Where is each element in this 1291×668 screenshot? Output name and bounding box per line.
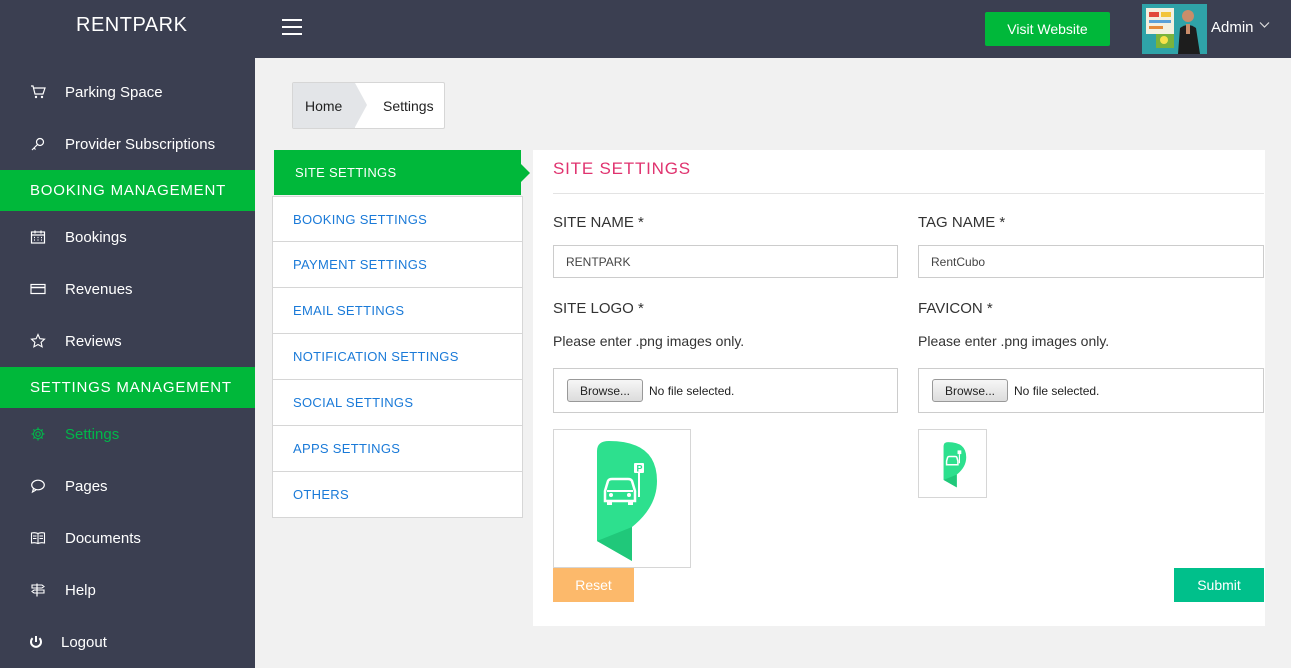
site-logo-file-status: No file selected. — [649, 383, 735, 398]
favicon-label: FAVICON * — [918, 300, 993, 317]
tab-apps-settings[interactable]: APPS SETTINGS — [272, 426, 523, 472]
sidebar-item-label: Reviews — [65, 332, 122, 350]
cart-icon — [30, 84, 46, 100]
chevron-down-icon[interactable] — [1259, 19, 1270, 33]
sidebar-item-provider-subscriptions[interactable]: Provider Subscriptions — [0, 118, 255, 170]
sidebar-item-label: Documents — [65, 529, 141, 547]
panel-title: SITE SETTINGS — [553, 159, 691, 178]
site-logo-browse-button[interactable]: Browse... — [567, 379, 644, 402]
favicon-preview — [918, 429, 987, 498]
user-name[interactable]: Admin — [1211, 19, 1254, 36]
hamburger-menu-icon[interactable] — [282, 19, 302, 37]
tab-payment-settings[interactable]: PAYMENT SETTINGS — [272, 242, 523, 288]
sidebar-item-bookings[interactable]: Bookings — [0, 211, 255, 263]
parking-logo-image: P — [597, 440, 657, 561]
favicon-file-status: No file selected. — [1014, 383, 1100, 398]
site-logo-file-input[interactable]: Browse... No file selected. — [553, 368, 898, 413]
key-icon — [30, 136, 46, 152]
sidebar-item-label: Provider Subscriptions — [65, 135, 216, 153]
sidebar-item-label: Parking Space — [65, 83, 163, 101]
sidebar-item-label: Pages — [65, 477, 108, 495]
site-name-label: SITE NAME * — [553, 214, 644, 231]
site-logo-label: SITE LOGO * — [553, 300, 644, 317]
favicon-file-input[interactable]: Browse... No file selected. — [918, 368, 1264, 413]
tag-name-label: TAG NAME * — [918, 214, 1006, 231]
site-name-input[interactable] — [553, 245, 898, 278]
breadcrumb-home[interactable]: Home — [293, 83, 367, 128]
sidebar-item-reviews[interactable]: Reviews — [0, 315, 255, 367]
parking-favicon-image — [943, 441, 966, 487]
sidebar-item-parking-space[interactable]: Parking Space — [0, 66, 255, 118]
tab-others[interactable]: OTHERS — [272, 472, 523, 518]
reset-button[interactable]: Reset — [553, 568, 634, 602]
svg-text:P: P — [637, 463, 643, 473]
sidebar-item-label: Bookings — [65, 228, 127, 246]
tab-notification-settings[interactable]: NOTIFICATION SETTINGS — [272, 334, 523, 380]
calendar-icon — [30, 229, 46, 245]
sidebar: RENTPARK Parking Space Provider Subscrip… — [0, 0, 255, 668]
tab-email-settings[interactable]: EMAIL SETTINGS — [272, 288, 523, 334]
sidebar-item-label: Settings — [65, 425, 120, 443]
sidebar-item-revenues[interactable]: Revenues — [0, 263, 255, 315]
sidebar-item-logout[interactable]: Logout — [0, 616, 255, 668]
submit-button[interactable]: Submit — [1174, 568, 1264, 602]
tag-name-input[interactable] — [918, 245, 1264, 278]
power-icon — [28, 634, 44, 650]
sidebar-item-label: Revenues — [65, 280, 133, 298]
divider — [553, 193, 1264, 194]
credit-card-icon — [30, 281, 46, 297]
site-logo-hint: Please enter .png images only. — [553, 333, 745, 349]
breadcrumb: Home Settings — [292, 82, 445, 129]
site-settings-panel: SITE SETTINGS SITE NAME * TAG NAME * SIT… — [533, 150, 1265, 626]
tab-social-settings[interactable]: SOCIAL SETTINGS — [272, 380, 523, 426]
visit-website-button[interactable]: Visit Website — [985, 12, 1110, 46]
brand-logo-text[interactable]: RENTPARK — [0, 0, 255, 58]
favicon-hint: Please enter .png images only. — [918, 333, 1110, 349]
sidebar-item-pages[interactable]: Pages — [0, 460, 255, 512]
chat-icon — [30, 478, 46, 494]
signpost-icon — [30, 582, 46, 598]
star-icon — [30, 333, 46, 349]
gear-icon — [30, 426, 46, 442]
sidebar-item-settings[interactable]: Settings — [0, 408, 255, 460]
sidebar-item-label: Help — [65, 581, 96, 599]
favicon-browse-button[interactable]: Browse... — [932, 379, 1009, 402]
site-logo-preview: P — [553, 429, 691, 568]
section-settings-management: SETTINGS MANAGEMENT — [0, 367, 255, 408]
avatar[interactable] — [1142, 4, 1207, 54]
book-icon — [30, 530, 46, 546]
sidebar-item-help[interactable]: Help — [0, 564, 255, 616]
section-booking-management: BOOKING MANAGEMENT — [0, 170, 255, 211]
tab-booking-settings[interactable]: BOOKING SETTINGS — [272, 196, 523, 242]
sidebar-item-label: Logout — [61, 633, 107, 651]
tab-site-settings[interactable]: SITE SETTINGS — [274, 150, 530, 195]
top-header: Visit Website Admin — [255, 0, 1291, 58]
settings-tabs: SITE SETTINGS BOOKING SETTINGS PAYMENT S… — [272, 150, 530, 518]
sidebar-item-documents[interactable]: Documents — [0, 512, 255, 564]
